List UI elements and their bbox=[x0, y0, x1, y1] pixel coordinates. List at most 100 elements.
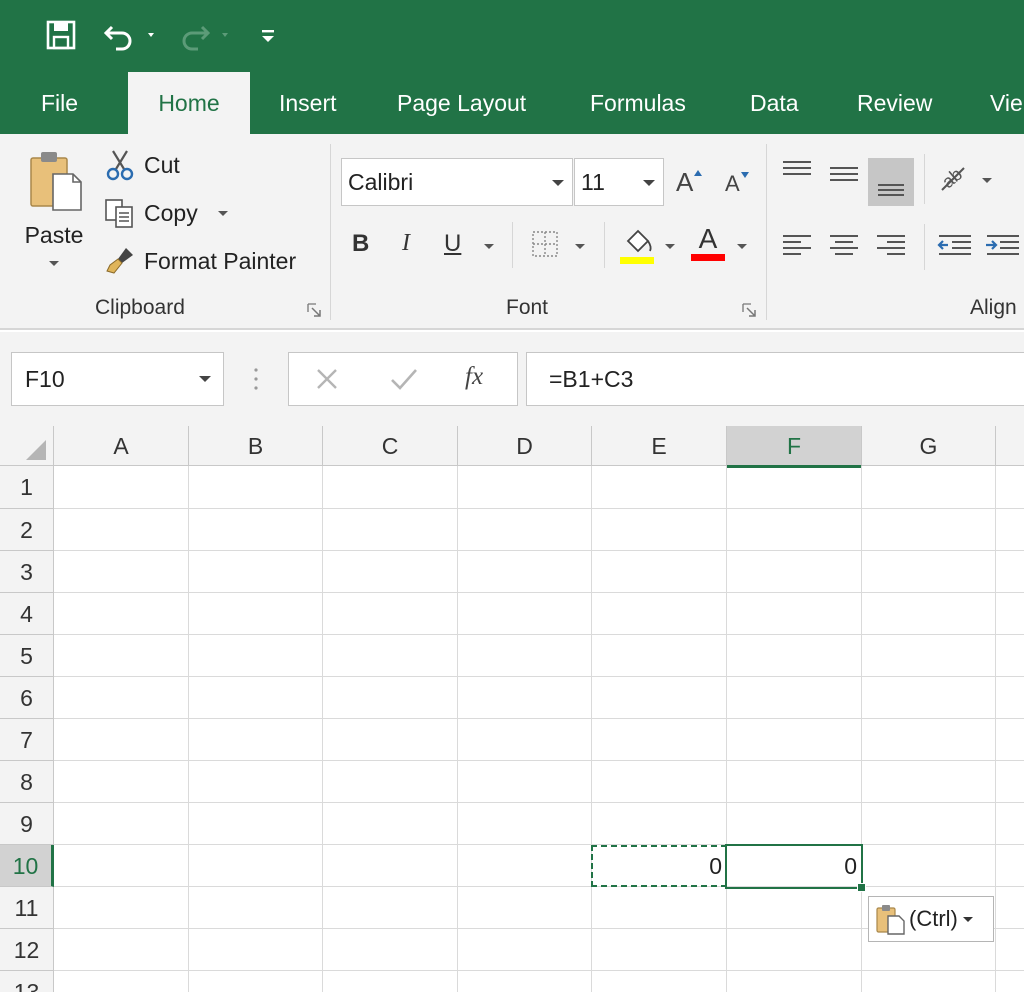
underline-dropdown-icon[interactable] bbox=[484, 244, 494, 249]
tab-page-layout[interactable]: Page Layout bbox=[397, 72, 526, 134]
paste-options-button[interactable]: (Ctrl) bbox=[868, 896, 994, 942]
paste-label: Paste bbox=[24, 222, 84, 248]
group-separator bbox=[766, 144, 767, 320]
column-header-d[interactable]: D bbox=[458, 426, 592, 466]
decrease-indent-button[interactable] bbox=[936, 228, 974, 262]
align-left-button[interactable] bbox=[780, 228, 814, 262]
column-header-c[interactable]: C bbox=[323, 426, 458, 466]
save-button[interactable] bbox=[38, 10, 84, 60]
cut-button[interactable]: Cut bbox=[104, 148, 180, 182]
align-right-button[interactable] bbox=[874, 228, 908, 262]
scissors-icon bbox=[106, 150, 134, 181]
bottom-align-button[interactable] bbox=[868, 158, 914, 206]
font-inner-separator bbox=[512, 222, 513, 268]
customize-qat-button[interactable] bbox=[256, 10, 280, 60]
paste-icon bbox=[30, 152, 82, 211]
formula-bar-grip[interactable] bbox=[254, 366, 258, 392]
column-header-a[interactable]: A bbox=[54, 426, 189, 466]
borders-button[interactable] bbox=[530, 228, 560, 260]
italic-button[interactable]: I bbox=[402, 230, 410, 257]
insert-function-button[interactable]: fx bbox=[465, 363, 483, 391]
column-header-f[interactable]: F bbox=[727, 426, 862, 468]
enter-button[interactable] bbox=[389, 365, 419, 398]
redo-button[interactable] bbox=[176, 10, 236, 60]
increase-indent-button[interactable] bbox=[984, 228, 1022, 262]
select-all-corner[interactable] bbox=[0, 426, 54, 466]
align-center-button[interactable] bbox=[827, 228, 861, 262]
row-header-6[interactable]: 6 bbox=[0, 677, 54, 719]
row-header-7[interactable]: 7 bbox=[0, 719, 54, 761]
column-header-e[interactable]: E bbox=[592, 426, 727, 466]
row-header-9[interactable]: 9 bbox=[0, 803, 54, 845]
grow-font-button[interactable]: A bbox=[676, 164, 703, 200]
tab-insert[interactable]: Insert bbox=[279, 72, 337, 134]
tab-data[interactable]: Data bbox=[750, 72, 799, 134]
underline-button[interactable]: U bbox=[444, 230, 461, 258]
font-name-box[interactable]: Calibri bbox=[341, 158, 573, 206]
fill-handle[interactable] bbox=[857, 883, 866, 892]
paste-button[interactable]: Paste bbox=[16, 148, 92, 278]
tab-file[interactable]: File bbox=[41, 72, 78, 134]
orientation-icon: ab bbox=[938, 164, 992, 192]
row-header-12[interactable]: 12 bbox=[0, 929, 54, 971]
bold-button[interactable]: B bbox=[352, 230, 369, 258]
select-all-triangle-icon bbox=[26, 440, 46, 460]
tab-view[interactable]: Vie bbox=[990, 72, 1023, 134]
borders-dropdown-icon[interactable] bbox=[575, 244, 585, 249]
copy-icon bbox=[105, 199, 133, 228]
shrink-font-button[interactable]: A bbox=[725, 168, 750, 200]
font-color-dropdown-icon[interactable] bbox=[737, 244, 747, 249]
undo-button[interactable] bbox=[102, 10, 162, 60]
gridline bbox=[54, 718, 1024, 719]
row-header-8[interactable]: 8 bbox=[0, 761, 54, 803]
row-header-5[interactable]: 5 bbox=[0, 635, 54, 677]
cancel-button[interactable] bbox=[313, 365, 341, 398]
name-box-dropdown-icon bbox=[199, 376, 211, 382]
redo-icon bbox=[182, 25, 228, 51]
copy-button[interactable]: Copy bbox=[104, 196, 228, 230]
row-header-13[interactable]: 13 bbox=[0, 971, 54, 992]
column-header-h[interactable] bbox=[996, 426, 1024, 466]
worksheet-grid[interactable]: A B C D E F G 1 2 3 4 5 6 7 8 9 10 11 12… bbox=[0, 426, 1024, 992]
align-center-icon bbox=[830, 235, 858, 255]
ribbon: Paste Cut Copy Format Painter Clipboard bbox=[0, 134, 1024, 330]
row-header-3[interactable]: 3 bbox=[0, 551, 54, 593]
tab-home[interactable]: Home bbox=[128, 72, 250, 134]
increase-indent-icon bbox=[986, 235, 1019, 255]
tab-review[interactable]: Review bbox=[857, 72, 932, 134]
formula-input[interactable]: =B1+C3 bbox=[526, 352, 1024, 406]
row-header-2[interactable]: 2 bbox=[0, 509, 54, 551]
gridline bbox=[54, 844, 1024, 845]
dialog-launcher-icon bbox=[742, 303, 756, 317]
gridline bbox=[54, 634, 1024, 635]
gridline bbox=[54, 970, 1024, 971]
font-size-value: 11 bbox=[581, 169, 605, 195]
fill-color-dropdown-icon[interactable] bbox=[665, 244, 675, 249]
row-header-11[interactable]: 11 bbox=[0, 887, 54, 929]
top-align-button[interactable] bbox=[780, 156, 814, 190]
font-color-button[interactable]: A bbox=[691, 224, 725, 266]
middle-align-button[interactable] bbox=[827, 156, 861, 190]
column-header-b[interactable]: B bbox=[189, 426, 323, 466]
font-size-box[interactable]: 11 bbox=[574, 158, 664, 206]
orientation-button[interactable]: ab bbox=[938, 160, 994, 198]
paste-dropdown-icon bbox=[49, 261, 59, 266]
format-painter-button[interactable]: Format Painter bbox=[104, 244, 296, 278]
group-separator bbox=[330, 144, 331, 320]
gridline bbox=[54, 676, 1024, 677]
font-launcher[interactable] bbox=[741, 302, 757, 318]
row-header-10[interactable]: 10 bbox=[0, 845, 54, 887]
font-size-dropdown-icon bbox=[643, 180, 655, 186]
paste-icon bbox=[876, 905, 905, 935]
tab-formulas[interactable]: Formulas bbox=[590, 72, 686, 134]
font-color-swatch-icon bbox=[691, 254, 725, 261]
column-header-g[interactable]: G bbox=[862, 426, 996, 466]
formula-bar: F10 fx =B1+C3 bbox=[0, 332, 1024, 426]
fill-color-button[interactable] bbox=[620, 226, 654, 266]
row-header-4[interactable]: 4 bbox=[0, 593, 54, 635]
bottom-align-icon bbox=[878, 184, 904, 196]
shrink-arrow-icon bbox=[740, 172, 749, 178]
name-box[interactable]: F10 bbox=[11, 352, 224, 406]
row-header-1[interactable]: 1 bbox=[0, 466, 54, 509]
clipboard-launcher[interactable] bbox=[306, 302, 322, 318]
